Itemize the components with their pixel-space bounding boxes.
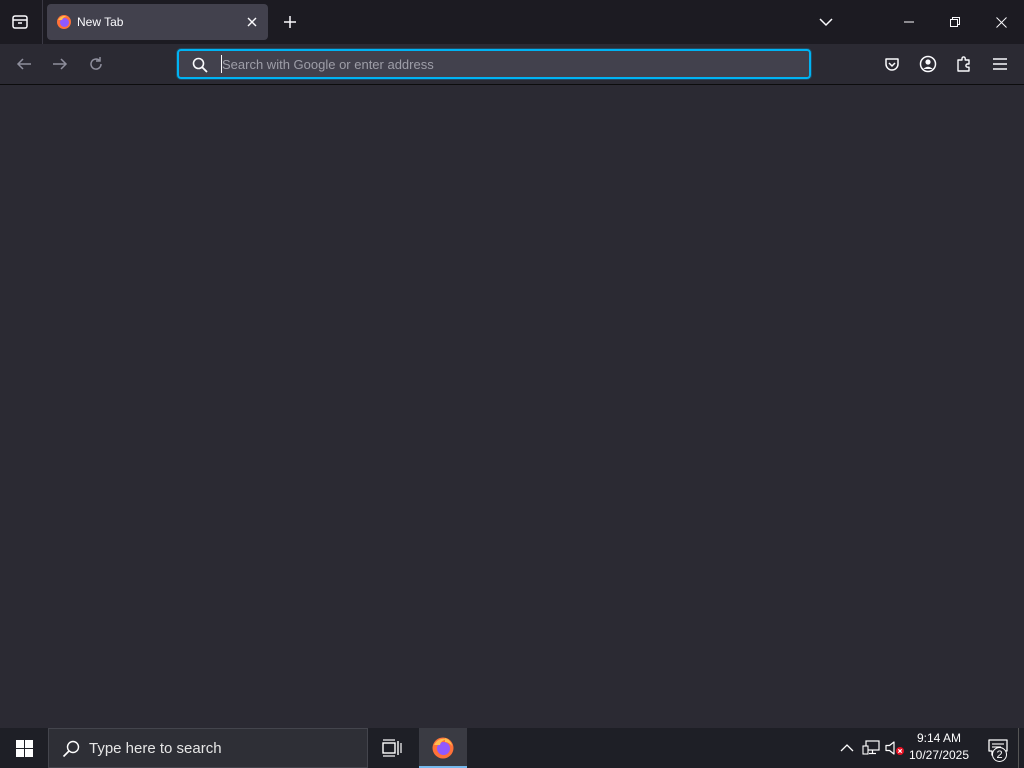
close-icon (995, 16, 1007, 28)
window-close-button[interactable] (978, 0, 1024, 44)
taskbar-clock[interactable]: 9:14 AM 10/27/2025 (906, 730, 972, 766)
forward-button[interactable] (44, 48, 76, 80)
window-minimize-button[interactable] (886, 0, 932, 44)
search-icon (192, 57, 208, 73)
puzzle-piece-icon (957, 56, 970, 72)
reload-button[interactable] (80, 48, 112, 80)
tab-close-button[interactable] (242, 12, 262, 32)
windows-logo-icon (15, 739, 33, 757)
chevron-up-icon (840, 744, 854, 752)
taskbar-search-placeholder: Type here to search (89, 740, 222, 757)
start-button[interactable] (0, 728, 48, 768)
tab-new-tab[interactable]: New Tab (47, 4, 268, 40)
minimize-icon (904, 21, 914, 23)
reload-icon (90, 57, 102, 70)
windows-taskbar: Type here to search 9:14 AM 10/27/2025 2 (0, 728, 1024, 768)
forward-arrow-icon (53, 58, 68, 70)
hamburger-menu-icon (993, 58, 1007, 70)
tab-title: New Tab (77, 15, 124, 29)
taskbar-search-box[interactable]: Type here to search (48, 728, 368, 768)
back-arrow-icon (16, 58, 31, 70)
account-icon (919, 55, 937, 73)
chevron-down-icon (819, 18, 833, 27)
search-icon (62, 740, 80, 758)
new-tab-button[interactable] (274, 6, 306, 38)
network-icon (862, 740, 880, 755)
show-hidden-icons-button[interactable] (835, 736, 859, 760)
volume-muted-icon (885, 741, 904, 755)
firefox-view-button[interactable] (4, 6, 36, 38)
tab-strip: New Tab (0, 0, 1024, 44)
firefox-logo-icon (432, 737, 454, 759)
list-all-tabs-button[interactable] (810, 6, 842, 38)
clock-time: 9:14 AM (916, 731, 962, 745)
page-content (0, 86, 1024, 728)
task-view-icon (382, 739, 402, 757)
firefox-view-icon (12, 15, 28, 29)
restore-icon (950, 17, 960, 27)
volume-button[interactable] (883, 736, 907, 760)
navigation-toolbar (0, 44, 1024, 85)
extensions-button[interactable] (948, 48, 980, 80)
account-button[interactable] (912, 48, 944, 80)
show-desktop-button[interactable] (1018, 728, 1024, 768)
task-view-button[interactable] (368, 728, 416, 768)
close-icon (247, 17, 257, 27)
window-restore-button[interactable] (932, 0, 978, 44)
clock-date: 10/27/2025 (908, 748, 970, 762)
application-menu-button[interactable] (984, 48, 1016, 80)
tab-separator (42, 0, 43, 44)
save-to-pocket-button[interactable] (876, 48, 908, 80)
plus-icon (284, 16, 296, 28)
pocket-icon (885, 58, 899, 71)
network-button[interactable] (859, 736, 883, 760)
firefox-logo-icon (57, 15, 71, 29)
notification-count-badge: 2 (992, 747, 1007, 762)
address-bar[interactable] (176, 48, 812, 80)
taskbar-firefox-button[interactable] (419, 728, 467, 768)
back-button[interactable] (8, 48, 40, 80)
address-input[interactable] (222, 53, 792, 75)
